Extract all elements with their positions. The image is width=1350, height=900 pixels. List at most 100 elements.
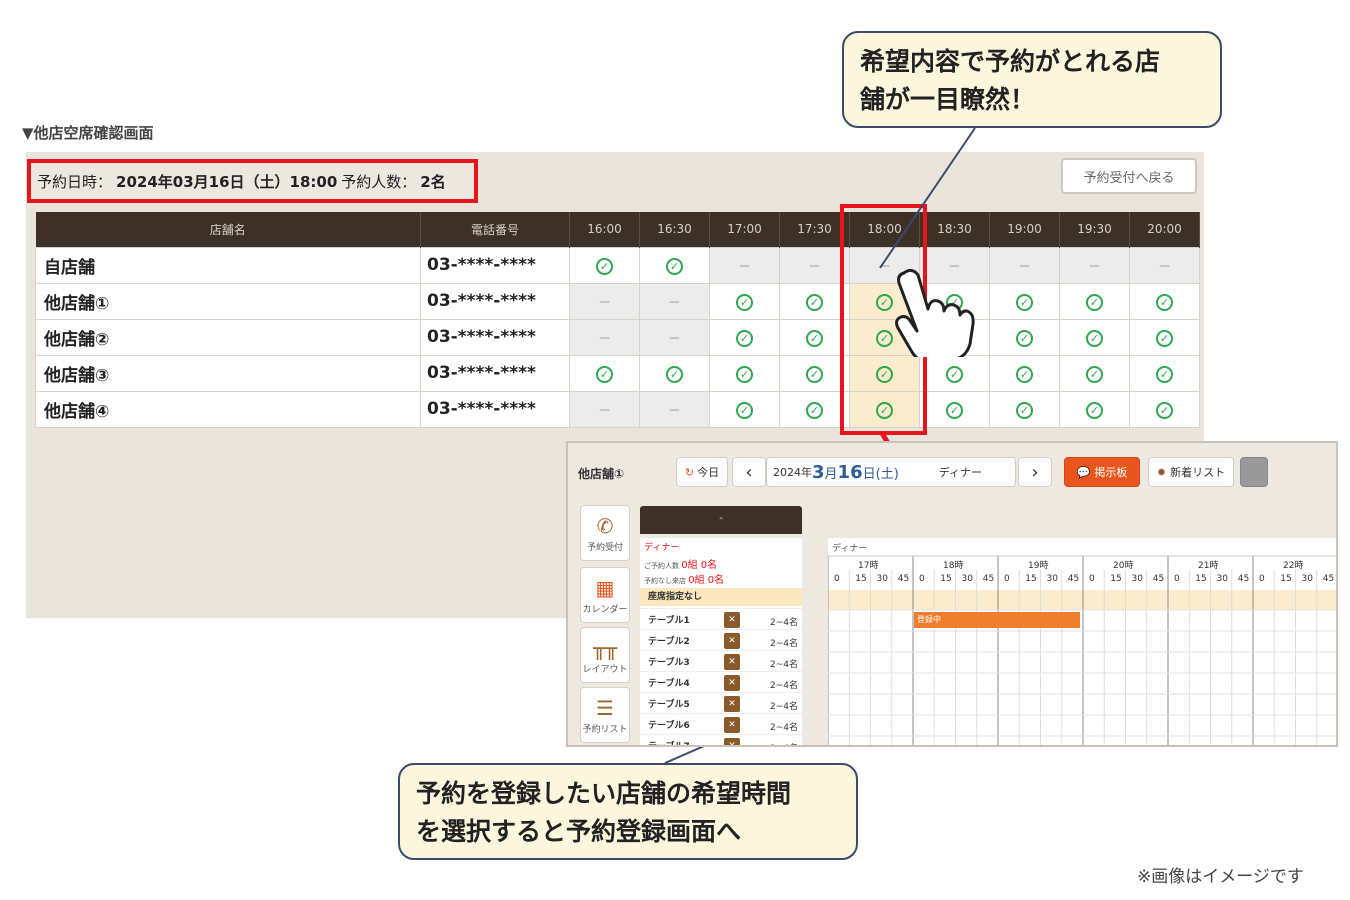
chevron-right-icon: › [1031,461,1039,483]
minute-label: 0 [1259,574,1265,584]
next-date-button[interactable]: › [1018,457,1052,487]
stat-reserved-label: ご予約人数 [644,562,679,570]
table-name: テーブル5 [648,700,690,710]
stat-walkin-value: 0組 0名 [688,575,725,586]
minute-label: 15 [1280,574,1292,584]
callout-bottom-line2: を選択すると予約登録画面へ [416,817,742,846]
pointer-hand-icon [895,268,975,357]
table-name: テーブル6 [648,721,690,731]
callout-bottom-line1: 予約を登録したい店舗の希望時間 [416,779,792,808]
list-item[interactable]: テーブル1 ✕ 2~4名 [640,608,802,629]
chat-bubble-icon: 💬 [1076,465,1091,479]
list-item[interactable]: テーブル4 ✕ 2~4名 [640,671,802,692]
hour-label: 20時 [1113,561,1134,571]
date-selector[interactable]: 2024年 3 月 16 日 (土) ディナー [766,457,1016,487]
table-name: テーブル2 [648,637,690,647]
stat-reserved: ご予約人数 0組 0名 [644,556,717,571]
cutlery-icon: ✕ [724,654,740,670]
list-dinner-label: ディナー [644,543,680,553]
side-label-0: 予約受付 [586,543,623,553]
side-layout-button[interactable]: ╥╥ レイアウト [580,627,630,683]
table-capacity: 2~4名 [770,741,798,745]
booking-bar[interactable]: 登録中 [914,612,1080,628]
disclaimer: ※画像はイメージです [1137,867,1304,887]
table-capacity: 2~4名 [770,723,798,733]
cutlery-icon: ✕ [724,738,740,745]
message-board-button[interactable]: 💬 掲示板 [1064,457,1140,487]
table-capacity: 2~4名 [770,681,798,691]
new-list-label: 新着リスト [1170,466,1226,479]
callout-bottom: 予約を登録したい店舗の希望時間 を選択すると予約登録画面へ [398,763,858,860]
minute-label: 15 [940,574,952,584]
cutlery-icon: ✕ [724,633,740,649]
minute-label: 15 [1110,574,1122,584]
timeline-grid: ディナー 登録中 17時 0 15 30 45 18時 0 15 30 45 19時 0 15 30 45 2… [828,538,1336,745]
date-weekday: (土) [875,466,899,482]
table-name: テーブル4 [648,679,690,689]
list-item[interactable]: テーブル7 ✕ 2~4名 [640,734,802,747]
stat-reserved-value: 0組 0名 [681,560,718,571]
new-list-button[interactable]: ✹ 新着リスト [1148,457,1234,487]
stat-walkin-label: 予約なし来店 [644,577,686,585]
date-day-suffix: 日 [862,466,876,482]
today-button[interactable]: ↻ 今日 [676,457,728,487]
minute-label: 30 [1131,574,1143,584]
table-chairs-icon: ╥╥ [592,636,618,660]
minute-label: 0 [834,574,840,584]
date-year: 2024年 [773,466,812,479]
reservation-screen-preview: 他店舗① ↻ 今日 ‹ 2024年 3 月 16 日 (土) ディナー › 💬 … [566,441,1338,747]
no-seat-assigned-row[interactable]: 座席指定なし [640,588,802,606]
minute-label: 45 [1322,574,1335,584]
hour-label: 18時 [943,561,964,571]
side-label-3: 予約リスト [582,725,628,735]
table-capacity: 2~4名 [770,702,798,712]
minute-label: 45 [982,574,995,584]
hour-label: 21時 [1198,561,1219,571]
callout-top: 希望内容で予約がとれる店 舗が一目瞭然！ [842,31,1222,128]
meal-period: ディナー [938,466,983,479]
hour-label: 19時 [1028,561,1049,571]
cutlery-icon: ✕ [724,675,740,691]
side-reservation-button[interactable]: ✆ 予約受付 [580,505,630,561]
prev-date-button[interactable]: ‹ [732,457,766,487]
cutlery-icon: ✕ [724,612,740,628]
menu-button[interactable] [1240,457,1268,487]
hour-label: 17時 [858,561,879,571]
table-capacity: 2~4名 [770,660,798,670]
cutlery-icon: ✕ [724,717,740,733]
minute-label: 15 [855,574,867,584]
list-item[interactable]: テーブル5 ✕ 2~4名 [640,692,802,713]
refresh-icon: ↻ [684,465,695,479]
minute-label: 30 [876,574,888,584]
minute-label: 15 [1195,574,1207,584]
calendar-icon: ▦ [595,576,615,600]
date-day: 16 [837,461,863,483]
chevron-left-icon: ‹ [745,461,753,483]
list-item[interactable]: テーブル6 ✕ 2~4名 [640,713,802,734]
table-name: テーブル3 [648,658,690,668]
callout-top-line2: 舗が一目瞭然！ [860,85,1036,114]
phone-icon: ✆ [596,514,614,538]
minute-label: 45 [1152,574,1165,584]
table-capacity: 2~4名 [770,618,798,628]
callout-top-line [879,127,976,269]
table-name: テーブル7 [648,742,690,747]
minute-label: 30 [1301,574,1313,584]
new-badge-icon: ✹ [1156,465,1167,479]
table-list-panel: ディナー ご予約人数 0組 0名 予約なし来店 0組 0名 座席指定なし テーブ… [640,538,802,747]
date-month: 3 [812,461,825,483]
side-label-1: カレンダー [582,605,628,615]
list-icon: ☰ [596,696,614,720]
minute-label: 0 [919,574,925,584]
list-item[interactable]: テーブル2 ✕ 2~4名 [640,629,802,650]
list-header: - [640,506,802,534]
side-calendar-button[interactable]: ▦ カレンダー [580,567,630,623]
minute-label: 15 [1025,574,1037,584]
table-capacity: 2~4名 [770,639,798,649]
side-list-button[interactable]: ☰ 予約リスト [580,687,630,743]
list-item[interactable]: テーブル3 ✕ 2~4名 [640,650,802,671]
side-label-2: レイアウト [582,665,628,675]
timeline-lines [828,555,1336,745]
hour-label: 22時 [1283,561,1304,571]
minute-label: 0 [1174,574,1180,584]
